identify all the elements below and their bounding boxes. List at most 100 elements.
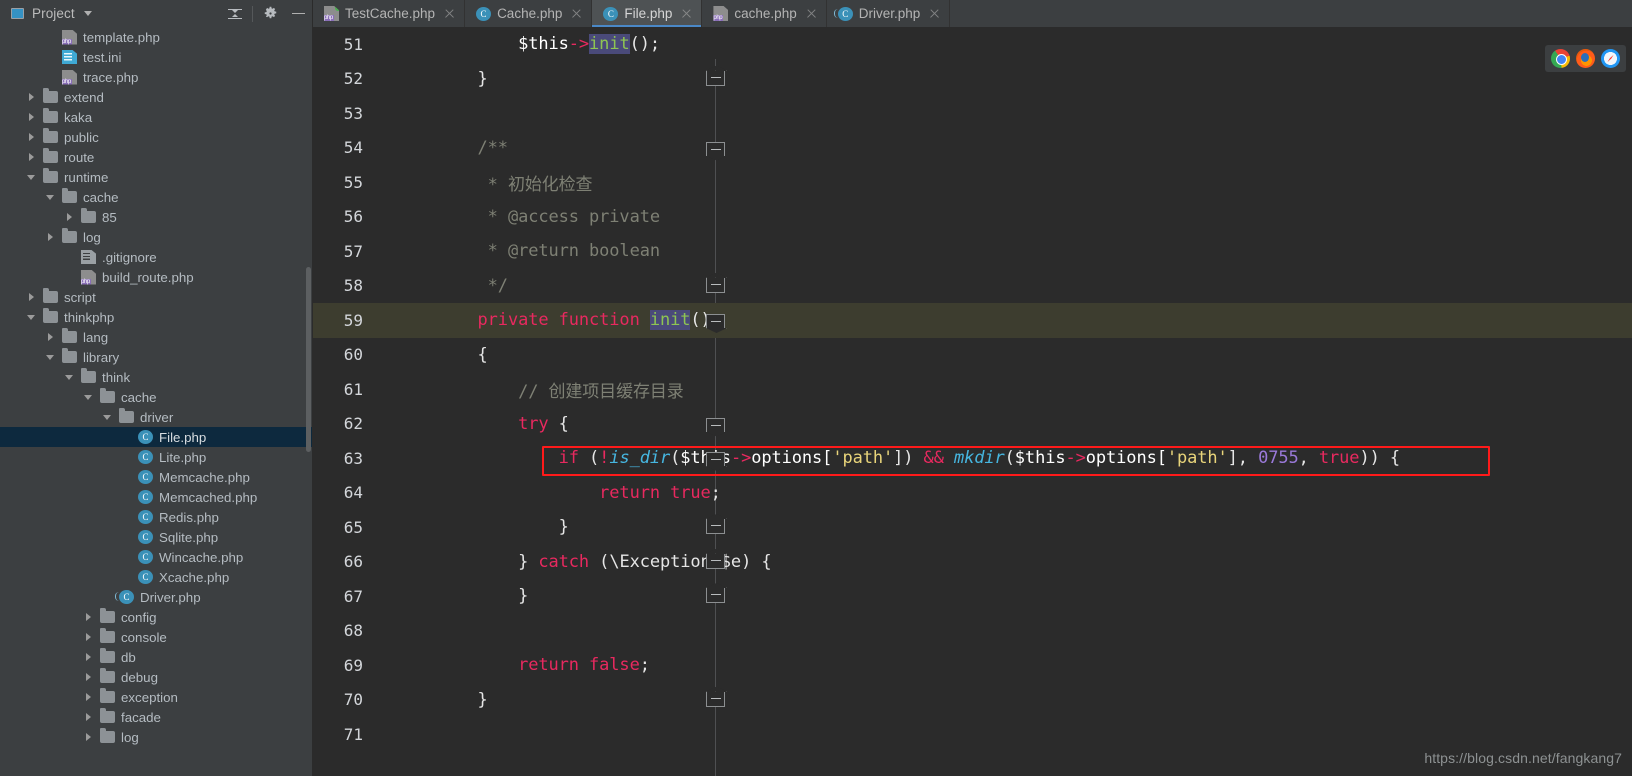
tree-item-driver[interactable]: driver — [0, 407, 312, 427]
code-line-57[interactable]: 57 * @return boolean — [313, 234, 1632, 269]
fold-gutter[interactable] — [371, 27, 407, 62]
tree-item-build_route-php[interactable]: build_route.php — [0, 267, 312, 287]
code-lines[interactable]: 51 $this->init(); 52 } 53 54 /** 55 * 初始化检查 5… — [313, 27, 1632, 776]
tree-item-memcache-php[interactable]: C Memcache.php — [0, 467, 312, 487]
editor-tab-driver-php[interactable]: C Driver.php — [827, 0, 951, 27]
tree-item-lang[interactable]: lang — [0, 327, 312, 347]
code-line-58[interactable]: 58 */ — [313, 269, 1632, 304]
chevron-right-icon[interactable] — [84, 692, 95, 703]
chevron-down-icon[interactable] — [65, 372, 76, 383]
fold-gutter[interactable] — [371, 303, 407, 338]
tree-item-console[interactable]: console — [0, 627, 312, 647]
tree-item-redis-php[interactable]: C Redis.php — [0, 507, 312, 527]
chevron-down-icon[interactable] — [46, 352, 57, 363]
tree-item-think[interactable]: think — [0, 367, 312, 387]
code-line-64[interactable]: 64 return true; — [313, 476, 1632, 511]
fold-gutter[interactable] — [371, 545, 407, 580]
tree-item-cache[interactable]: cache — [0, 187, 312, 207]
chevron-right-icon[interactable] — [27, 152, 38, 163]
chevron-right-icon[interactable] — [65, 212, 76, 223]
code-line-59[interactable]: 59 private function init() — [313, 303, 1632, 338]
chevron-right-icon[interactable] — [27, 292, 38, 303]
chevron-down-icon[interactable] — [27, 172, 38, 183]
code-line-67[interactable]: 67 } — [313, 579, 1632, 614]
tree-item-exception[interactable]: exception — [0, 687, 312, 707]
code-line-60[interactable]: 60 { — [313, 338, 1632, 373]
safari-icon[interactable] — [1601, 49, 1620, 68]
fold-gutter[interactable] — [371, 717, 407, 752]
chevron-down-icon[interactable] — [27, 312, 38, 323]
fold-collapse-icon[interactable] — [706, 141, 725, 156]
tree-item-template-php[interactable]: template.php — [0, 27, 312, 47]
tree-item-xcache-php[interactable]: C Xcache.php — [0, 567, 312, 587]
hide-panel-button[interactable] — [284, 0, 312, 27]
fold-end-icon[interactable] — [706, 70, 725, 86]
fold-end-icon[interactable] — [706, 691, 725, 707]
fold-collapse-icon[interactable] — [706, 417, 725, 432]
code-line-56[interactable]: 56 * @access private — [313, 200, 1632, 235]
tree-item-script[interactable]: script — [0, 287, 312, 307]
fold-gutter[interactable] — [371, 96, 407, 131]
fold-gutter[interactable] — [371, 62, 407, 97]
fold-gutter[interactable] — [371, 269, 407, 304]
tree-item-library[interactable]: library — [0, 347, 312, 367]
tree-item-runtime[interactable]: runtime — [0, 167, 312, 187]
tree-item-config[interactable]: config — [0, 607, 312, 627]
tree-item-extend[interactable]: extend — [0, 87, 312, 107]
chevron-down-icon[interactable] — [83, 11, 92, 16]
chevron-right-icon[interactable] — [27, 132, 38, 143]
fold-gutter[interactable] — [371, 476, 407, 511]
tree-item-lite-php[interactable]: C Lite.php — [0, 447, 312, 467]
chevron-right-icon[interactable] — [84, 712, 95, 723]
project-tree[interactable]: template.php test.ini trace.php extend kaka p… — [0, 27, 313, 776]
fold-gutter[interactable] — [371, 441, 407, 476]
firefox-icon[interactable] — [1576, 49, 1595, 68]
code-line-62[interactable]: 62 try { — [313, 407, 1632, 442]
code-line-52[interactable]: 52 } — [313, 62, 1632, 97]
tree-item-driver-php[interactable]: C Driver.php — [0, 587, 312, 607]
editor-tab-cache-php[interactable]: C Cache.php — [465, 0, 593, 27]
editor-tab-testcache-php[interactable]: TestCache.php — [313, 0, 466, 27]
fold-gutter[interactable] — [371, 510, 407, 545]
tree-item-db[interactable]: db — [0, 647, 312, 667]
browser-preview-toolbar[interactable] — [1545, 45, 1626, 72]
chevron-down-icon[interactable] — [46, 192, 57, 203]
tree-item-route[interactable]: route — [0, 147, 312, 167]
tree-item-facade[interactable]: facade — [0, 707, 312, 727]
tree-item-thinkphp[interactable]: thinkphp — [0, 307, 312, 327]
code-line-51[interactable]: 51 $this->init(); — [313, 27, 1632, 62]
close-icon[interactable] — [681, 8, 692, 19]
editor-scrollbar[interactable] — [1620, 27, 1632, 776]
code-line-68[interactable]: 68 — [313, 614, 1632, 649]
code-editor[interactable]: 51 $this->init(); 52 } 53 54 /** 55 * 初始化检查 5… — [313, 27, 1632, 776]
fold-gutter[interactable] — [371, 372, 407, 407]
chevron-right-icon[interactable] — [84, 672, 95, 683]
tree-item-public[interactable]: public — [0, 127, 312, 147]
fold-end-icon[interactable] — [706, 277, 725, 293]
close-icon[interactable] — [444, 8, 455, 19]
chevron-down-icon[interactable] — [84, 392, 95, 403]
chrome-icon[interactable] — [1551, 49, 1570, 68]
tree-item-85[interactable]: 85 — [0, 207, 312, 227]
tree-item-test-ini[interactable]: test.ini — [0, 47, 312, 67]
fold-gutter[interactable] — [371, 407, 407, 442]
tree-item-sqlite-php[interactable]: C Sqlite.php — [0, 527, 312, 547]
fold-gutter[interactable] — [371, 683, 407, 718]
tree-item-debug[interactable]: debug — [0, 667, 312, 687]
tree-item-log[interactable]: log — [0, 727, 312, 747]
code-line-65[interactable]: 65 } — [313, 510, 1632, 545]
tree-item-log[interactable]: log — [0, 227, 312, 247]
tree-item-file-php[interactable]: C File.php — [0, 427, 312, 447]
editor-tab-cache-php[interactable]: cache.php — [702, 0, 827, 27]
close-icon[interactable] — [571, 8, 582, 19]
fold-end-icon[interactable] — [706, 588, 725, 603]
fold-collapse-icon[interactable] — [706, 314, 725, 328]
code-line-63[interactable]: 63 if (!is_dir($this->options['path']) &… — [313, 441, 1632, 476]
fold-end-icon[interactable] — [706, 519, 725, 534]
code-line-53[interactable]: 53 — [313, 96, 1632, 131]
fold-gutter[interactable] — [371, 165, 407, 200]
code-line-69[interactable]: 69 return false; — [313, 648, 1632, 683]
close-icon[interactable] — [806, 8, 817, 19]
fold-end-icon[interactable] — [706, 553, 725, 569]
fold-gutter[interactable] — [371, 648, 407, 683]
